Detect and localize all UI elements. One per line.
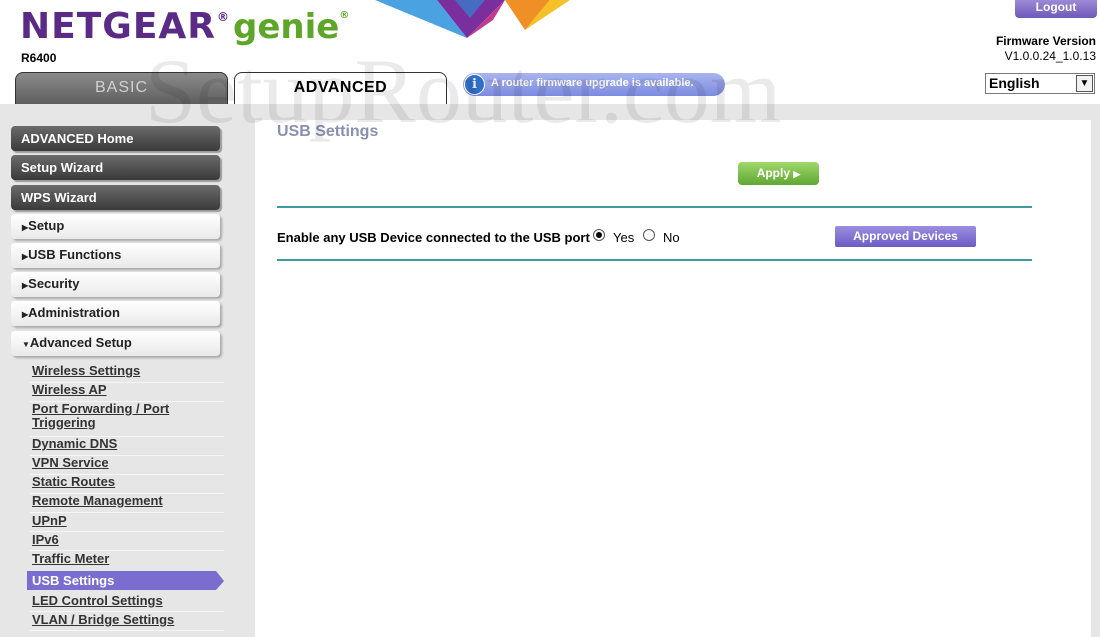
nav-section-label: USB Functions [28, 247, 122, 262]
divider [30, 531, 224, 532]
apply-button-label: Apply [756, 166, 791, 180]
logo-registered-mark: ® [217, 10, 230, 24]
chevron-down-icon[interactable]: ▼ [1076, 75, 1093, 92]
sidebar-item-usb-settings[interactable]: USB Settings [27, 571, 216, 590]
language-select[interactable]: English ▼ [985, 73, 1095, 94]
nav-section-administration[interactable]: ▶Administration [11, 301, 220, 326]
active-item-pointer [216, 571, 224, 590]
nav-section-label: Advanced Setup [29, 335, 132, 350]
nav-section-label: Setup [28, 218, 65, 233]
sidebar-item-ipv6[interactable]: IPv6 [32, 533, 224, 547]
usb-enable-label: Enable any USB Device connected to the U… [277, 230, 590, 245]
sidebar-item-port-forwarding[interactable]: Port Forwarding / Port Triggering [32, 402, 224, 430]
nav-section-security[interactable]: ▶Security [11, 272, 220, 297]
firmware-version-label: Firmware Version [995, 34, 1096, 48]
sidebar-item-vlan-bridge-settings[interactable]: VLAN / Bridge Settings [32, 613, 224, 627]
sidebar-item-wireless-settings[interactable]: Wireless Settings [32, 364, 224, 378]
usb-enable-yes-radio[interactable] [593, 229, 605, 241]
nav-section-usb-functions[interactable]: ▶USB Functions [11, 243, 220, 268]
logout-button[interactable]: Logout [1015, 0, 1097, 18]
firmware-version-value: V1.0.0.24_1.0.13 [1004, 49, 1096, 63]
nav-wps-wizard-button[interactable]: WPS Wizard [11, 185, 220, 210]
nav-advanced-home-button[interactable]: ADVANCED Home [11, 126, 220, 151]
apply-button[interactable]: Apply ▶ [738, 162, 819, 185]
usb-enable-no-radio[interactable] [643, 229, 655, 241]
logo-registered-mark-2: ® [339, 10, 351, 21]
tab-basic[interactable]: BASIC [15, 72, 228, 104]
sidebar-item-traffic-meter[interactable]: Traffic Meter [32, 552, 224, 566]
usb-enable-yes-label: Yes [613, 230, 635, 245]
sidebar-item-wireless-ap[interactable]: Wireless AP [32, 383, 224, 397]
netgear-genie-logo: NETGEAR®genie® [20, 6, 350, 47]
section-divider-bottom [277, 259, 1032, 261]
nav-section-label: Security [28, 276, 80, 291]
caret-down-icon: ▼ [22, 340, 30, 349]
logo-brand: NETGEAR [20, 6, 216, 47]
usb-enable-no-label: No [663, 230, 680, 245]
sidebar-item-vpn-service[interactable]: VPN Service [32, 456, 224, 470]
firmware-upgrade-notice[interactable]: i A router firmware upgrade is available… [463, 73, 725, 96]
sidebar-item-remote-management[interactable]: Remote Management [32, 494, 224, 508]
language-selected-value: English [989, 75, 1040, 91]
tab-advanced[interactable]: ADVANCED [234, 72, 447, 105]
sidebar-item-led-control-settings[interactable]: LED Control Settings [32, 594, 224, 608]
sidebar-item-upnp[interactable]: UPnP [32, 514, 224, 528]
page-title: USB Settings [277, 123, 379, 140]
nav-setup-wizard-button[interactable]: Setup Wizard [11, 155, 220, 180]
sidebar-item-port-forwarding-line2: Triggering [32, 415, 96, 430]
section-divider-top [277, 206, 1032, 208]
sidebar-item-dynamic-dns[interactable]: Dynamic DNS [32, 437, 224, 451]
content-panel [255, 120, 1091, 637]
radio-selected-dot [596, 232, 602, 238]
play-arrow-icon: ▶ [793, 169, 801, 179]
router-model: R6400 [21, 51, 57, 65]
approved-devices-button[interactable]: Approved Devices [835, 226, 976, 247]
sidebar-item-static-routes[interactable]: Static Routes [32, 475, 224, 489]
header-decoration-graphic [375, 0, 570, 38]
nav-section-label: Administration [28, 305, 120, 320]
divider [30, 630, 224, 631]
sidebar-item-port-forwarding-line1: Port Forwarding / Port [32, 401, 170, 416]
nav-section-setup[interactable]: ▶Setup [11, 214, 220, 239]
nav-section-advanced-setup[interactable]: ▼Advanced Setup [11, 331, 220, 356]
firmware-upgrade-notice-text: A router firmware upgrade is available. [491, 77, 694, 89]
info-icon: i [464, 74, 485, 95]
logo-product: genie [233, 7, 340, 47]
